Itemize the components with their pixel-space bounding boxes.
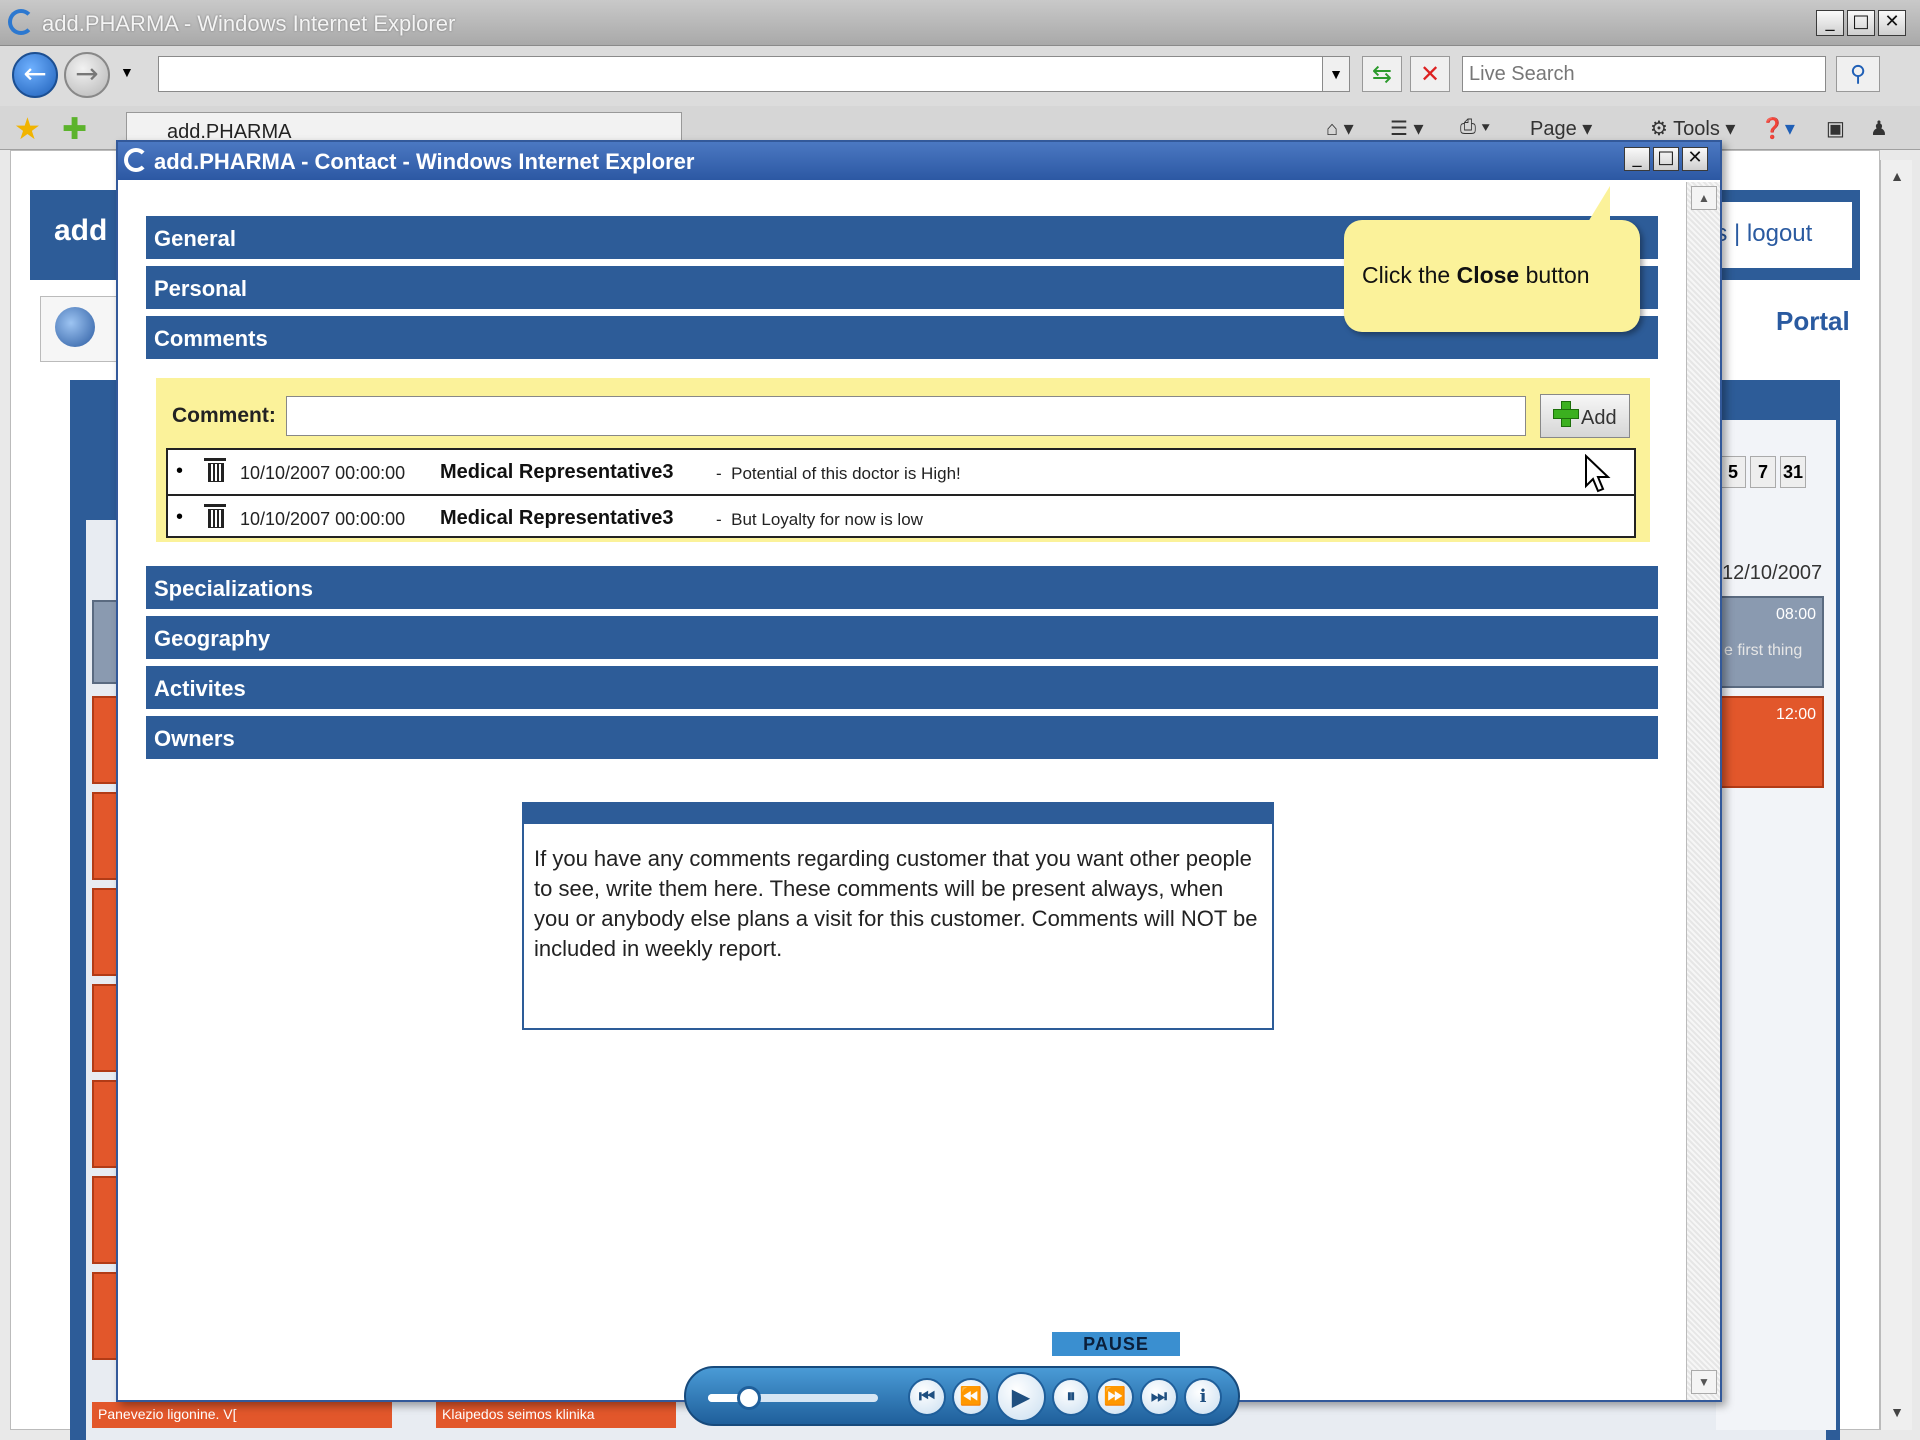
messenger-icon[interactable]: ♟	[1870, 116, 1888, 141]
rewind-icon[interactable]: ⏪	[952, 1378, 990, 1416]
pause-label: PAUSE	[1052, 1332, 1180, 1356]
trash-icon[interactable]	[204, 504, 226, 528]
view-7-button[interactable]: 7	[1750, 456, 1776, 488]
fast-forward-icon[interactable]: ⏩	[1096, 1378, 1134, 1416]
help-icon[interactable]: ❓▾	[1760, 116, 1795, 141]
comment-text: - Potential of this doctor is High!	[716, 464, 961, 483]
scroll-up-icon[interactable]: ▲	[1691, 186, 1717, 210]
comment-label: Comment:	[172, 404, 276, 427]
comments-panel: Comment: Add • 10/10/2007 00:00:00 Medic…	[156, 378, 1650, 542]
comment-item: • 10/10/2007 00:00:00 Medical Representa…	[168, 494, 1634, 537]
skip-to-end-icon[interactable]: ⏭	[1140, 1378, 1178, 1416]
scroll-up-icon[interactable]: ▲	[1885, 164, 1909, 188]
add-comment-button[interactable]: Add	[1540, 394, 1630, 438]
ie-logo-icon	[8, 9, 34, 35]
bg-bottom-event[interactable]: Klaipedos seimos klinika	[436, 1402, 676, 1428]
comment-author: Medical Representative3	[440, 461, 674, 483]
comment-text: - But Loyalty for now is low	[716, 510, 923, 529]
event-time: 12:00	[1775, 706, 1816, 723]
trash-icon[interactable]	[204, 458, 226, 482]
help-box: If you have any comments regarding custo…	[522, 802, 1274, 1030]
bg-bottom-event[interactable]: Panevezio ligonine. V[	[92, 1402, 392, 1428]
scroll-down-icon[interactable]: ▼	[1885, 1400, 1909, 1424]
bg-calendar-view-buttons: 5 7 31	[1720, 456, 1806, 488]
view-5-button[interactable]: 5	[1720, 456, 1746, 488]
refresh-icon[interactable]: ⇆	[1362, 56, 1402, 92]
section-owners[interactable]: Owners	[146, 716, 1658, 762]
event-desc: e first thing	[1724, 642, 1803, 659]
comment-date: 10/10/2007 00:00:00	[240, 509, 406, 529]
section-activites[interactable]: Activites	[146, 666, 1658, 712]
feeds-icon[interactable]: ☰ ▾	[1390, 116, 1424, 141]
browser-titlebar: add.PHARMA - Windows Internet Explorer _…	[0, 0, 1920, 46]
print-icon[interactable]: ⎙ ▾	[1460, 116, 1490, 139]
bg-date: 12/10/2007	[1722, 562, 1823, 584]
search-icon[interactable]: ⚲	[1836, 56, 1880, 92]
favorites-star-icon[interactable]: ★	[14, 112, 41, 147]
plus-icon	[1553, 401, 1579, 427]
home-icon[interactable]: ⌂ ▾	[1326, 116, 1354, 141]
comment-author: Medical Representative3	[440, 507, 674, 529]
playback-controls: ⏮ ⏪ ▶ ⏸ ⏩ ⏭ i	[684, 1366, 1240, 1426]
bg-brand: add	[54, 214, 108, 247]
navigation-bar: ← → ▼ ▼ ⇆ ✕ Live Search ⚲	[0, 46, 1920, 106]
add-favorite-icon[interactable]: ✚	[62, 112, 87, 147]
popup-scrollbar[interactable]: ▲ ▼	[1686, 182, 1720, 1400]
pause-icon[interactable]: ⏸	[1052, 1378, 1090, 1416]
stop-icon[interactable]: ✕	[1410, 56, 1450, 92]
minimize-icon[interactable]: _	[1816, 10, 1844, 36]
popup-window-controls: _ □ ✕	[1624, 147, 1708, 171]
browser-title: add.PHARMA - Windows Internet Explorer	[42, 11, 456, 36]
help-box-header	[524, 804, 1272, 824]
search-input[interactable]: Live Search	[1462, 56, 1826, 92]
research-icon[interactable]: ▣	[1826, 116, 1845, 141]
address-bar[interactable]	[158, 56, 1348, 92]
page-scrollbar[interactable]: ▲ ▼	[1880, 160, 1912, 1430]
comment-date: 10/10/2007 00:00:00	[240, 463, 406, 483]
event-time: 08:00	[1775, 606, 1816, 623]
comment-input[interactable]	[286, 396, 1526, 436]
popup-title: add.PHARMA - Contact - Windows Internet …	[154, 149, 695, 174]
tools-menu[interactable]: ⚙ Tools ▾	[1650, 116, 1735, 141]
back-button[interactable]: ←	[12, 52, 58, 98]
popup-close-button[interactable]: ✕	[1682, 147, 1708, 171]
scroll-down-icon[interactable]: ▼	[1691, 1370, 1717, 1394]
progress-track[interactable]	[708, 1394, 878, 1402]
skip-to-start-icon[interactable]: ⏮	[908, 1378, 946, 1416]
comment-item: • 10/10/2007 00:00:00 Medical Representa…	[176, 458, 961, 483]
info-icon[interactable]: i	[1184, 1378, 1222, 1416]
comment-list: • 10/10/2007 00:00:00 Medical Representa…	[166, 448, 1636, 538]
history-dropdown-icon[interactable]: ▼	[120, 64, 134, 80]
close-icon[interactable]: ✕	[1878, 10, 1906, 36]
bg-globe-icon[interactable]	[40, 296, 124, 362]
mouse-cursor-icon	[1585, 454, 1611, 493]
help-text: If you have any comments regarding custo…	[534, 846, 1258, 961]
address-dropdown-icon[interactable]: ▼	[1322, 56, 1350, 92]
forward-button[interactable]: →	[64, 52, 110, 98]
popup-minimize-icon[interactable]: _	[1624, 147, 1650, 171]
section-specializations[interactable]: Specializations	[146, 566, 1658, 612]
popup-titlebar: add.PHARMA - Contact - Windows Internet …	[118, 142, 1720, 180]
bg-event[interactable]: 08:00 e first thing	[1720, 596, 1824, 688]
progress-knob[interactable]	[736, 1386, 761, 1410]
bg-portal-tab[interactable]: Portal	[1776, 306, 1850, 337]
section-geography[interactable]: Geography	[146, 616, 1658, 662]
popup-maximize-icon[interactable]: □	[1653, 147, 1679, 171]
add-label: Add	[1581, 407, 1617, 429]
maximize-icon[interactable]: □	[1847, 10, 1875, 36]
bg-event[interactable]: 12:00	[1720, 696, 1824, 788]
ie-logo-icon	[124, 148, 148, 172]
page-menu[interactable]: Page ▾	[1530, 116, 1592, 141]
view-31-button[interactable]: 31	[1780, 456, 1806, 488]
window-controls: _ □ ✕	[1816, 10, 1906, 36]
play-icon[interactable]: ▶	[996, 1372, 1046, 1422]
tutorial-callout: Click the Close button	[1344, 186, 1640, 332]
